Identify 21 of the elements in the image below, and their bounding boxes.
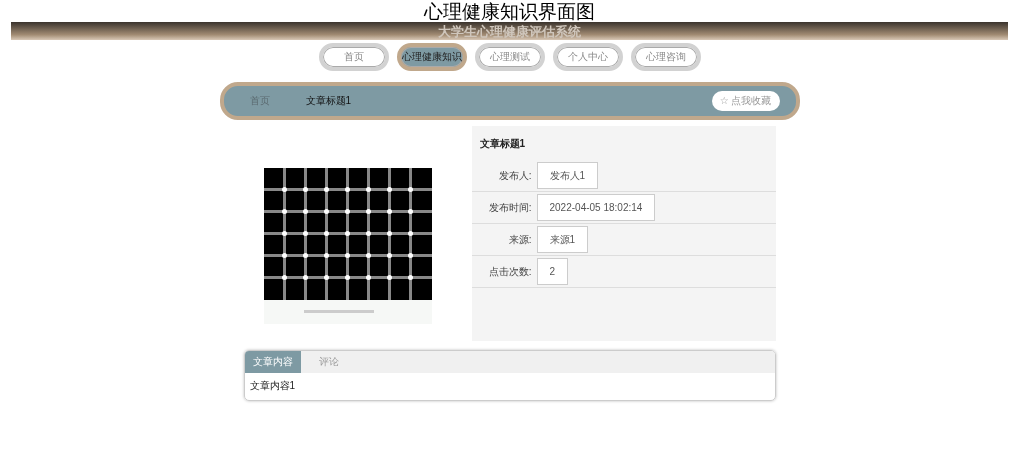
article-title: 文章标题1 (478, 137, 527, 151)
field-value: 来源1 (536, 226, 589, 253)
caption-text: 心理健康知识界面图 (424, 0, 595, 22)
field-label: 发布时间: (487, 200, 532, 215)
field-label: 来源: (507, 232, 532, 247)
nav-button[interactable]: 心理健康知识 (396, 43, 467, 71)
field-label: 发布人: (497, 168, 532, 183)
article-content: 文章内容1 (248, 379, 297, 393)
favorite-button[interactable]: ☆ 点我收藏 (711, 91, 780, 111)
field-value: 发布人1 (536, 162, 599, 189)
field-label: 点击次数: (487, 264, 532, 279)
nav-button[interactable]: 心理咨询 (630, 43, 701, 71)
nav-button[interactable]: 心理测试 (474, 43, 545, 71)
header-title: 大学生心理健康评估系统 (438, 23, 581, 39)
nav-button[interactable]: 首页 (318, 43, 389, 71)
breadcrumb-link[interactable]: 文章标题1 (305, 94, 352, 108)
tab[interactable]: 文章内容 (244, 351, 301, 373)
field-value: 2 (536, 258, 569, 285)
nav-button[interactable]: 个人中心 (552, 43, 623, 71)
field-value: 2022-04-05 18:02:14 (536, 194, 656, 221)
tab[interactable]: 评论 (300, 351, 357, 373)
